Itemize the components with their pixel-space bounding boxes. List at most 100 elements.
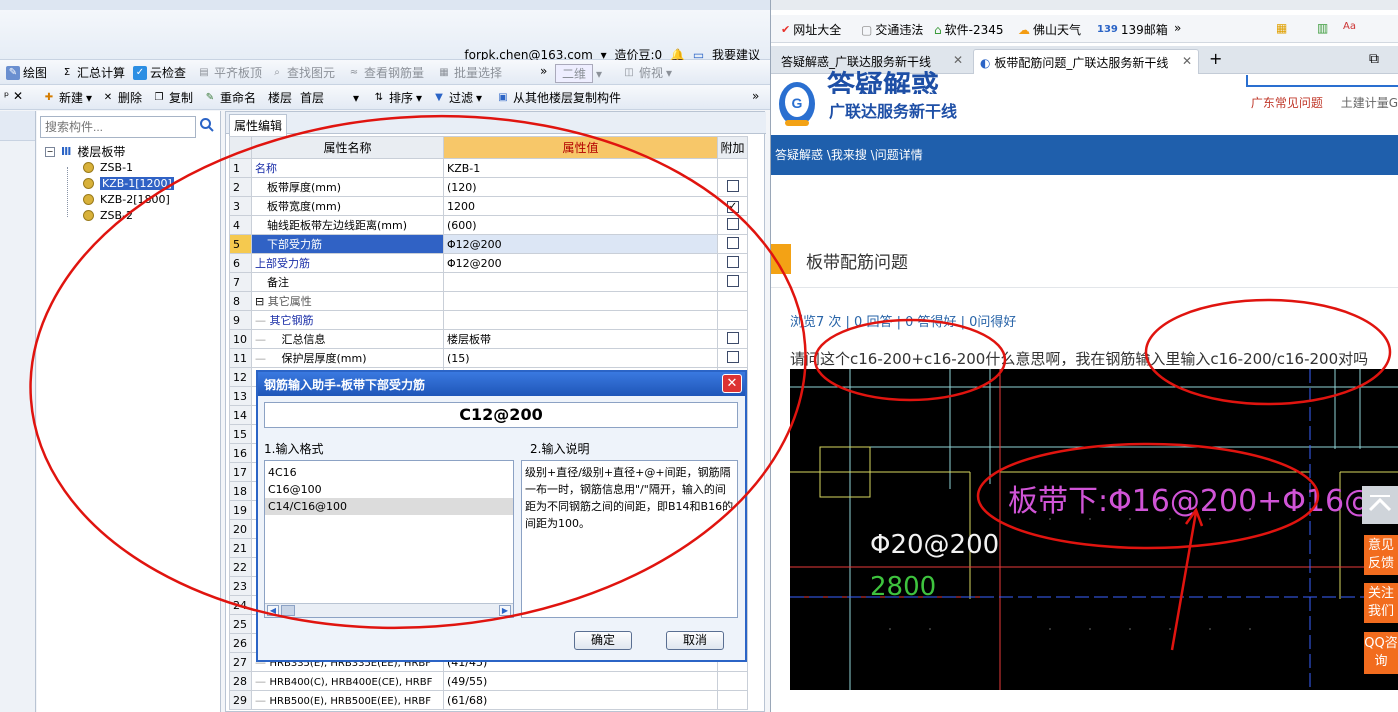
tree-root[interactable]: − Ⅲ 楼层板带 [45,143,125,160]
property-value[interactable]: 1200 [443,196,718,216]
reader-icon[interactable]: ▥ [1317,21,1328,35]
menu-bar[interactable] [0,0,770,10]
filter-button[interactable]: ▼ 过滤 ▾ [432,89,482,106]
property-value[interactable] [443,310,718,330]
property-value[interactable]: KZB-1 [443,158,718,178]
property-value[interactable]: (61/68) [443,690,718,710]
toolbar-more-icon[interactable]: » [540,64,547,78]
property-row[interactable]: 7 备注 [229,272,748,292]
extra-checkbox[interactable]: ✓ [727,201,739,213]
property-row[interactable]: 10— 汇总信息 楼层板带 [229,329,748,349]
collapse-icon[interactable]: − [45,146,55,157]
scroll-right-icon[interactable]: ▶ [499,605,511,616]
tree-item[interactable]: ZSB-1 [83,161,133,174]
cad-screenshot-image[interactable]: 板带下:Φ16@200+Φ16@200 Φ20@200 2800 [790,369,1398,690]
bookmark-item[interactable]: ☁ 佛山天气 [1018,21,1081,38]
property-row[interactable]: 6 上部受力筋 Φ12@200 [229,253,748,273]
extra-checkbox[interactable] [727,255,739,268]
property-row[interactable]: 1 名称 KZB-1 [229,158,748,178]
tree-item-selected[interactable]: KZB-1[1200] [83,177,174,190]
align-top-button[interactable]: ▤ 平齐板顶 [197,64,262,81]
property-value[interactable]: (120) [443,177,718,197]
tab-close-icon[interactable]: ✕ [1182,54,1192,68]
bookmark-item[interactable]: ✔ 网址大全 [781,21,841,38]
property-value[interactable]: 楼层板带 [443,329,718,349]
floor-select[interactable]: 首层 ▾ [300,89,359,106]
format-item-selected[interactable]: C14/C16@100 [265,498,513,515]
cloud-check-button[interactable]: ✓ 云检查 [133,64,186,81]
tab-close-icon[interactable]: ✕ [953,53,963,67]
draw-button[interactable]: ✎ 绘图 [6,64,47,81]
sort-button[interactable]: ⇅ 排序 ▾ [372,89,422,106]
bookmark-item[interactable]: 139 139邮箱 [1097,21,1168,38]
property-row[interactable]: 2 板带厚度(mm) (120) [229,177,748,197]
tab-property-edit[interactable]: 属性编辑 [229,114,288,136]
follow-us-button[interactable]: 关注我们 [1364,583,1398,623]
property-value[interactable]: Φ12@200 [443,234,718,254]
extra-checkbox[interactable] [727,179,739,192]
property-value[interactable]: (600) [443,215,718,235]
extra-checkbox[interactable] [727,350,739,363]
back-to-top-button[interactable] [1362,486,1398,524]
extra-checkbox[interactable] [727,274,739,287]
property-row[interactable]: 4 轴线距板带左边线距离(mm) (600) [229,215,748,235]
property-row[interactable]: 29— HRB500(E), HRB500E(EE), HRBF (61/68) [229,690,748,710]
format-item[interactable]: C16@100 [265,481,513,498]
copy-button[interactable]: ❐ 复制 [152,89,194,106]
qq-consult-button[interactable]: QQ咨询 [1364,632,1398,674]
copy-from-floor-button[interactable]: ▣ 从其他楼层复制构件 [496,89,621,106]
tree-item[interactable]: ZSB-2 [83,209,133,222]
rebar-value-input[interactable]: C12@200 [264,402,738,428]
bookmarks-more-icon[interactable]: » [1174,21,1181,35]
browser-tab-active[interactable]: ◐ 板带配筋问题_广联达服务新干线 ✕ [973,49,1199,74]
site-search-box[interactable] [1246,75,1398,87]
bookmark-item[interactable]: ⌂ 软件-2345 [934,21,1004,38]
format-item[interactable]: 4C16 [265,464,513,481]
nav-link-tujian[interactable]: 土建计量G [1341,96,1398,110]
property-value[interactable] [443,291,718,311]
horizontal-scrollbar[interactable]: ◀ ▶ [265,603,513,617]
new-tab-button[interactable]: + [1203,49,1228,74]
component-search-input[interactable] [40,116,196,138]
close-panel-icon[interactable]: ᵖ ✕ [4,89,23,103]
nav-link-guangdong[interactable]: 广东常见问题 [1251,96,1323,110]
format-list[interactable]: 4C16 C16@100 C14/C16@100 ◀ ▶ [264,460,514,618]
top-view-button[interactable]: ◫ 俯视 ▾ [622,64,672,81]
dialog-close-icon[interactable]: ✕ [722,374,742,393]
extension-icon[interactable]: ▦ [1276,21,1287,35]
extra-checkbox[interactable] [727,217,739,230]
cancel-button[interactable]: 取消 [666,631,724,650]
scroll-left-icon[interactable]: ◀ [267,605,279,616]
view-rebar-button[interactable]: ≈ 查看钢筋量 [347,64,424,81]
feedback-button[interactable]: 意见反馈 [1364,535,1398,575]
property-row-selected[interactable]: 5 下部受力筋 Φ12@200 [229,234,748,254]
property-row[interactable]: 8 ⊟ 其它属性 [229,291,748,311]
property-value[interactable]: Φ12@200 [443,253,718,273]
property-value[interactable]: (15) [443,348,718,368]
toolbar2-more-icon[interactable]: » [752,89,759,103]
search-icon[interactable] [199,117,217,135]
bookmark-item[interactable]: ▢ 交通违法 [861,21,923,38]
rename-button[interactable]: ✎ 重命名 [203,89,256,106]
extra-checkbox[interactable] [727,236,739,249]
property-row[interactable]: 28— HRB400(C), HRB400E(CE), HRBF (49/55) [229,671,748,691]
translate-icon[interactable]: Aa [1343,21,1356,32]
property-row[interactable]: 3 板带宽度(mm) 1200 ✓ [229,196,748,216]
sum-calc-button[interactable]: Σ 汇总计算 [60,64,125,81]
dialog-title[interactable]: 钢筋输入助手-板带下部受力筋 [258,372,745,396]
new-button[interactable]: ✚ 新建 ▾ [42,89,92,106]
view-mode-select[interactable]: 二维 ▾ [555,64,602,83]
question-stats[interactable]: 浏览7 次 | 0 回答 | 0 答得好 | 0问得好 [790,311,1016,330]
scroll-thumb[interactable] [281,605,295,616]
tree-item[interactable]: KZB-2[1800] [83,193,170,206]
find-element-button[interactable]: ⌕ 查找图元 [270,64,335,81]
collapse-icon[interactable]: ⊟ [255,295,268,308]
property-value[interactable]: (49/55) [443,671,718,691]
delete-button[interactable]: ✕ 删除 [101,89,142,106]
property-row[interactable]: 9— 其它钢筋 [229,310,748,330]
property-value[interactable] [443,272,718,292]
batch-select-button[interactable]: ▦ 批量选择 [437,64,502,81]
breadcrumb-text[interactable]: 答疑解惑 \我来搜 \问题详情 [775,148,923,162]
extra-checkbox[interactable] [727,331,739,344]
tab-menu-icon[interactable]: ⧉ [1363,49,1385,74]
